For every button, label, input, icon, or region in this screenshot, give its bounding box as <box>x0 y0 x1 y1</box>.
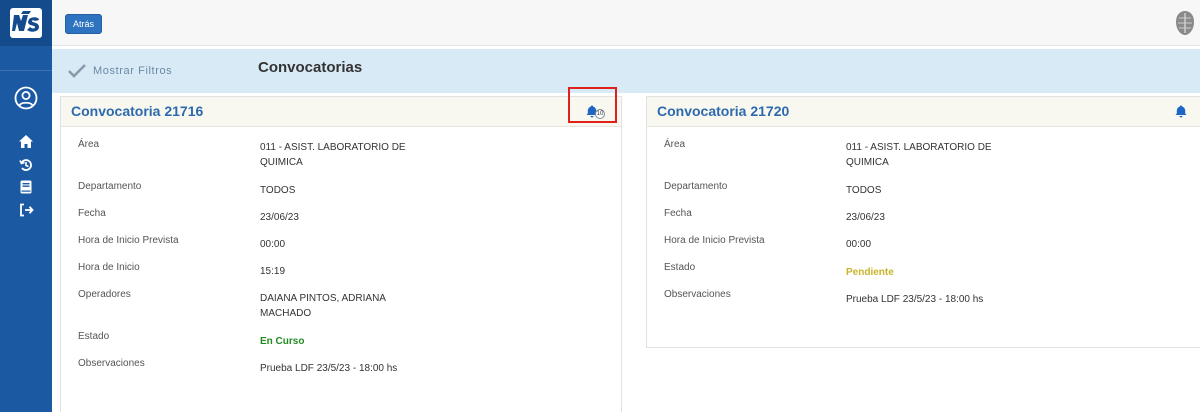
user-circle-icon[interactable] <box>0 86 52 110</box>
notification-bell-button[interactable] <box>1175 105 1191 121</box>
hora-prevista-value: 00:00 <box>260 239 286 250</box>
top-bar: Atrás <box>52 0 1200 46</box>
departamento-label: Departamento <box>664 181 728 192</box>
bell-icon <box>1175 105 1187 118</box>
history-icon[interactable] <box>0 158 52 172</box>
sidebar <box>0 0 52 412</box>
area-value-line2: QUIMICA <box>846 157 889 168</box>
estado-label: Estado <box>78 331 110 342</box>
area-value-line1: 011 - ASIST. LABORATORIO DE <box>846 142 992 153</box>
emblem-icon <box>1174 10 1196 41</box>
operadores-value-line2: MACHADO <box>260 308 312 319</box>
card-header: Convocatoria 21716 10 <box>61 97 621 127</box>
area-value-line1: 011 - ASIST. LABORATORIO DE <box>260 142 406 153</box>
observaciones-label: Observaciones <box>664 289 731 300</box>
status-badge: Pendiente <box>846 267 894 278</box>
estado-label: Estado <box>664 262 696 273</box>
hora-prevista-value: 00:00 <box>846 239 872 250</box>
departamento-value: TODOS <box>846 185 882 196</box>
departamento-label: Departamento <box>78 181 142 192</box>
hora-inicio-label: Hora de Inicio <box>78 262 140 273</box>
hora-inicio-value: 15:19 <box>260 266 286 277</box>
status-badge: En Curso <box>260 336 305 347</box>
convocatoria-card: Convocatoria 21716 10 Área 011 - ASIST. … <box>60 87 622 412</box>
observaciones-value: Prueba LDF 23/5/23 - 18:00 hs <box>260 363 398 374</box>
sidebar-divider <box>0 70 52 71</box>
area-label: Área <box>664 139 686 150</box>
page-title: Convocatorias <box>258 59 363 76</box>
highlight-box <box>568 87 617 123</box>
home-icon[interactable] <box>0 135 52 148</box>
show-filters-label: Mostrar Filtros <box>93 65 173 77</box>
area-value: 011 - ASIST. LABORATORIO DE QUIMICA <box>846 140 992 170</box>
page-subheader: Mostrar Filtros Convocatorias <box>52 49 1200 93</box>
check-icon <box>68 64 86 78</box>
app-root: Atrás Mostrar Filtros Convocatorias Conv… <box>0 0 1200 412</box>
area-value: 011 - ASIST. LABORATORIO DE QUIMICA <box>260 140 406 170</box>
fecha-value: 23/06/23 <box>260 212 299 223</box>
operadores-value-line1: DAIANA PINTOS, ADRIANA <box>260 293 386 304</box>
observaciones-value: Prueba LDF 23/5/23 - 18:00 hs <box>846 294 984 305</box>
card-title: Convocatoria 21716 <box>71 103 204 119</box>
logout-icon[interactable] <box>0 203 52 217</box>
area-label: Área <box>78 139 100 150</box>
fecha-label: Fecha <box>78 208 106 219</box>
back-button[interactable]: Atrás <box>65 14 103 34</box>
hora-prevista-label: Hora de Inicio Prevista <box>78 235 179 246</box>
book-icon[interactable] <box>0 180 52 194</box>
operadores-value: DAIANA PINTOS, ADRIANA MACHADO <box>260 291 386 321</box>
convocatoria-card: Convocatoria 21720 Área 011 - ASIST. LAB… <box>646 96 1200 348</box>
observaciones-label: Observaciones <box>78 358 145 369</box>
fecha-value: 23/06/23 <box>846 212 885 223</box>
fecha-label: Fecha <box>664 208 692 219</box>
card-header: Convocatoria 21720 <box>647 97 1200 127</box>
show-filters-toggle[interactable]: Mostrar Filtros <box>68 64 172 78</box>
card-title: Convocatoria 21720 <box>657 103 790 119</box>
area-value-line2: QUIMICA <box>260 157 303 168</box>
brand-logo-icon[interactable] <box>0 0 52 46</box>
hora-prevista-label: Hora de Inicio Prevista <box>664 235 765 246</box>
operadores-label: Operadores <box>78 289 131 300</box>
departamento-value: TODOS <box>260 185 296 196</box>
